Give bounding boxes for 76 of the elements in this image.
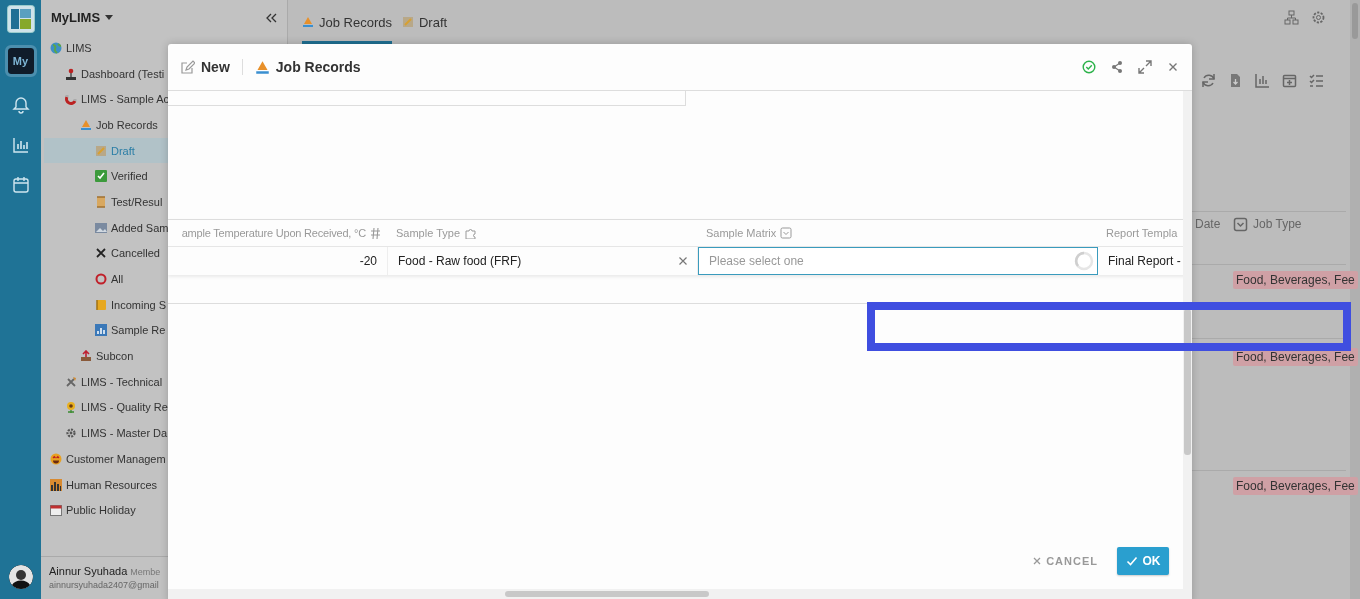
inbox-icon xyxy=(80,350,92,363)
checkmark-icon xyxy=(95,170,107,183)
table-cell: -20 xyxy=(168,247,388,275)
input-field[interactable] xyxy=(168,91,686,106)
sailboat-icon xyxy=(302,16,314,28)
tree-item[interactable]: LIMS xyxy=(44,35,287,61)
tree-item[interactable]: Test/Resul xyxy=(44,189,287,215)
tree-item[interactable]: LIMS - Sample Ac xyxy=(44,86,287,113)
sailboat-icon xyxy=(254,59,270,75)
tree-item[interactable]: LIMS - Quality Re xyxy=(44,394,287,421)
scrollbar[interactable] xyxy=(1183,91,1192,589)
tree-item[interactable]: Subcon xyxy=(44,343,287,369)
city-icon xyxy=(50,478,62,491)
ring-icon xyxy=(95,273,107,286)
user-role: Membe xyxy=(130,567,161,577)
select-value[interactable]: Food - Raw food (FRF) xyxy=(398,254,522,268)
chart-icon xyxy=(95,324,107,337)
tree-item[interactable]: Incoming S xyxy=(44,291,287,318)
tree-item[interactable]: Sample Re xyxy=(44,317,287,344)
check-circle-icon[interactable] xyxy=(1082,60,1096,74)
smiley-icon xyxy=(50,452,62,465)
tree-item[interactable]: Verified xyxy=(44,163,287,190)
joystick-icon xyxy=(65,67,77,80)
puzzle-icon xyxy=(464,227,476,239)
flower-icon xyxy=(65,401,77,414)
avatar-silhouette[interactable] xyxy=(8,565,33,589)
job-type-tag: Food, Beverages, Fee xyxy=(1233,477,1358,495)
gear-icon xyxy=(65,427,77,440)
workspace-title[interactable]: MyLIMS xyxy=(51,10,101,25)
bell-icon[interactable] xyxy=(11,96,30,114)
file-download-icon[interactable] xyxy=(1228,72,1243,88)
bar-chart-icon[interactable] xyxy=(1255,72,1270,88)
calendar-icon[interactable] xyxy=(11,176,30,194)
scrollbar[interactable] xyxy=(168,589,1192,599)
clear-icon[interactable] xyxy=(679,257,687,265)
sailboat-icon xyxy=(80,118,92,131)
select-field[interactable]: Please select one xyxy=(698,247,1098,275)
tree-item[interactable]: LIMS - Master Da xyxy=(44,420,287,446)
notebook-icon xyxy=(95,298,107,311)
tools-icon xyxy=(65,375,77,388)
user-email: ainnursyuhada2407@gmail xyxy=(49,580,160,590)
memo-icon xyxy=(95,144,107,157)
calendar-icon xyxy=(50,504,62,517)
app-badge[interactable]: My xyxy=(7,48,34,74)
tab[interactable]: Draft xyxy=(402,0,448,44)
caret-icon[interactable] xyxy=(105,15,114,20)
dialog-mode: New xyxy=(201,59,230,75)
pencil-icon xyxy=(180,59,195,75)
dropdown-icon xyxy=(780,227,793,239)
tree-item[interactable]: Human Resources xyxy=(44,471,287,498)
check-icon xyxy=(1125,555,1138,567)
checklist-icon[interactable] xyxy=(1309,72,1324,88)
tree-item[interactable]: Public Holiday xyxy=(44,497,287,524)
expand-icon[interactable] xyxy=(1138,60,1152,74)
hash-icon xyxy=(370,227,382,239)
tree-item[interactable]: Job Records xyxy=(44,112,287,138)
cross-icon xyxy=(95,247,107,260)
share-icon[interactable] xyxy=(1110,60,1124,74)
magnet-icon xyxy=(65,93,77,106)
job-type-tag: Food, Beverages, Fee xyxy=(1233,271,1358,289)
spinner-icon xyxy=(1074,251,1094,271)
collapse-icon[interactable] xyxy=(265,12,277,23)
picture-icon xyxy=(95,221,107,234)
dialog-title: Job Records xyxy=(275,59,361,75)
memo-icon xyxy=(402,16,414,28)
hierarchy-icon[interactable] xyxy=(1284,10,1299,25)
refresh-icon[interactable] xyxy=(1201,72,1216,88)
dropdown-icon[interactable] xyxy=(1233,217,1248,232)
tree-item[interactable]: Customer Managem xyxy=(44,446,287,472)
scroll-icon xyxy=(95,195,107,208)
calendar-plus-icon[interactable] xyxy=(1282,72,1297,88)
globe-icon xyxy=(50,41,62,54)
settings-icon[interactable] xyxy=(1311,10,1326,25)
user-name: Ainnur Syuhada xyxy=(49,565,128,577)
tree-item[interactable]: LIMS - Technical xyxy=(44,368,287,395)
logo-icon[interactable] xyxy=(6,5,35,33)
